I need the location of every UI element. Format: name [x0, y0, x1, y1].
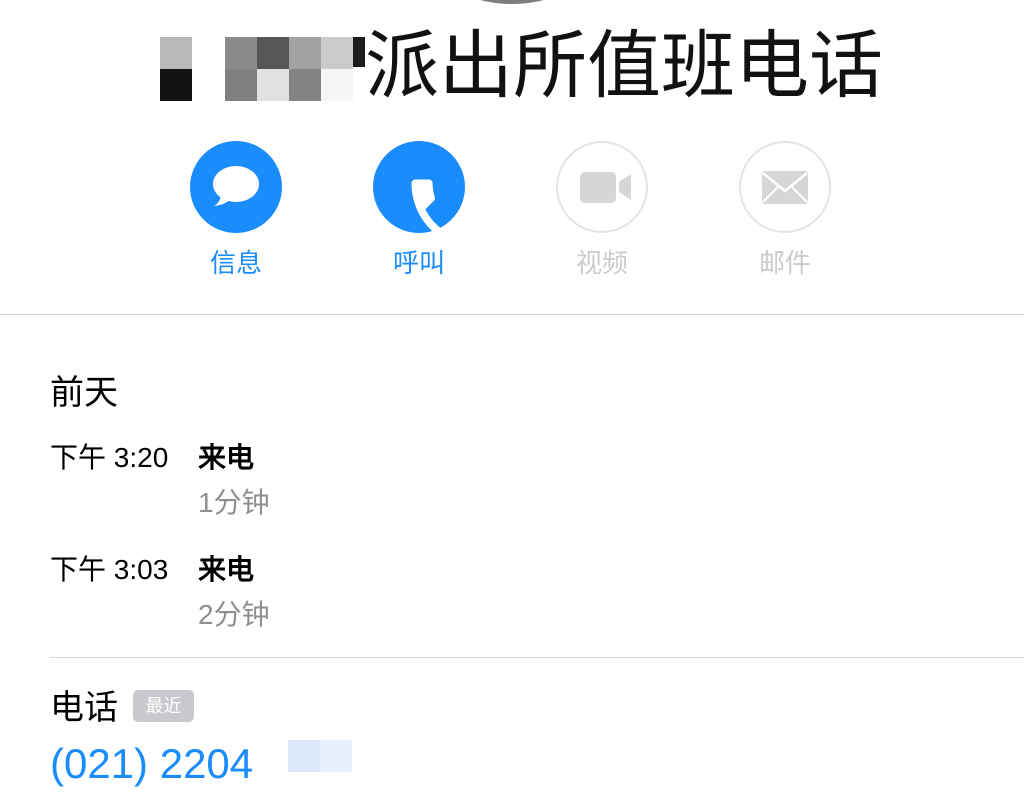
phone-field-label: 电话 — [50, 689, 118, 727]
call-type: 来电 — [198, 442, 255, 473]
message-bubble-icon — [213, 166, 259, 206]
mosaic-tile — [257, 69, 289, 101]
message-button-label: 信息 — [209, 248, 262, 278]
redacted-name-mosaic — [140, 37, 365, 101]
phone-icon — [411, 179, 435, 206]
phone-number-link[interactable]: (021) 2204 — [50, 741, 253, 787]
mail-button[interactable]: 邮件 — [720, 141, 850, 278]
call-button-circle[interactable] — [373, 141, 465, 233]
contact-avatar — [382, 0, 642, 4]
mosaic-tile — [289, 37, 321, 69]
mosaic-tile — [160, 69, 192, 101]
contact-title: 派出所值班电话 — [365, 24, 883, 107]
mosaic-tile — [320, 740, 352, 772]
mosaic-tile — [321, 69, 353, 101]
call-time: 下午 3:03 — [50, 554, 169, 585]
mosaic-tile — [353, 37, 365, 67]
video-button[interactable]: 视频 — [537, 141, 667, 278]
call-time: 下午 3:20 — [50, 442, 169, 473]
recent-badge: 最近 — [133, 690, 194, 722]
mosaic-tile — [289, 69, 321, 101]
mail-button-circle[interactable] — [739, 141, 831, 233]
call-button[interactable]: 呼叫 — [354, 141, 484, 278]
call-type: 来电 — [198, 554, 255, 585]
envelope-icon — [762, 171, 808, 204]
call-duration: 2分钟 — [198, 599, 270, 630]
video-camera-icon — [580, 172, 631, 203]
call-duration: 1分钟 — [198, 487, 270, 518]
video-button-label: 视频 — [575, 248, 628, 278]
section-divider — [0, 314, 1024, 315]
mosaic-tile — [225, 37, 257, 69]
section-divider — [50, 657, 1024, 658]
mail-button-label: 邮件 — [758, 248, 811, 278]
redacted-number-mosaic — [288, 740, 352, 772]
mosaic-tile — [257, 37, 289, 69]
call-button-label: 呼叫 — [392, 248, 445, 278]
message-button-circle[interactable] — [190, 141, 282, 233]
mosaic-tile — [160, 37, 192, 69]
mosaic-tile — [225, 69, 257, 101]
mosaic-tile — [321, 37, 353, 69]
message-button[interactable]: 信息 — [171, 141, 301, 278]
mosaic-tile — [288, 740, 320, 772]
video-button-circle[interactable] — [556, 141, 648, 233]
call-history-day: 前天 — [50, 374, 118, 412]
